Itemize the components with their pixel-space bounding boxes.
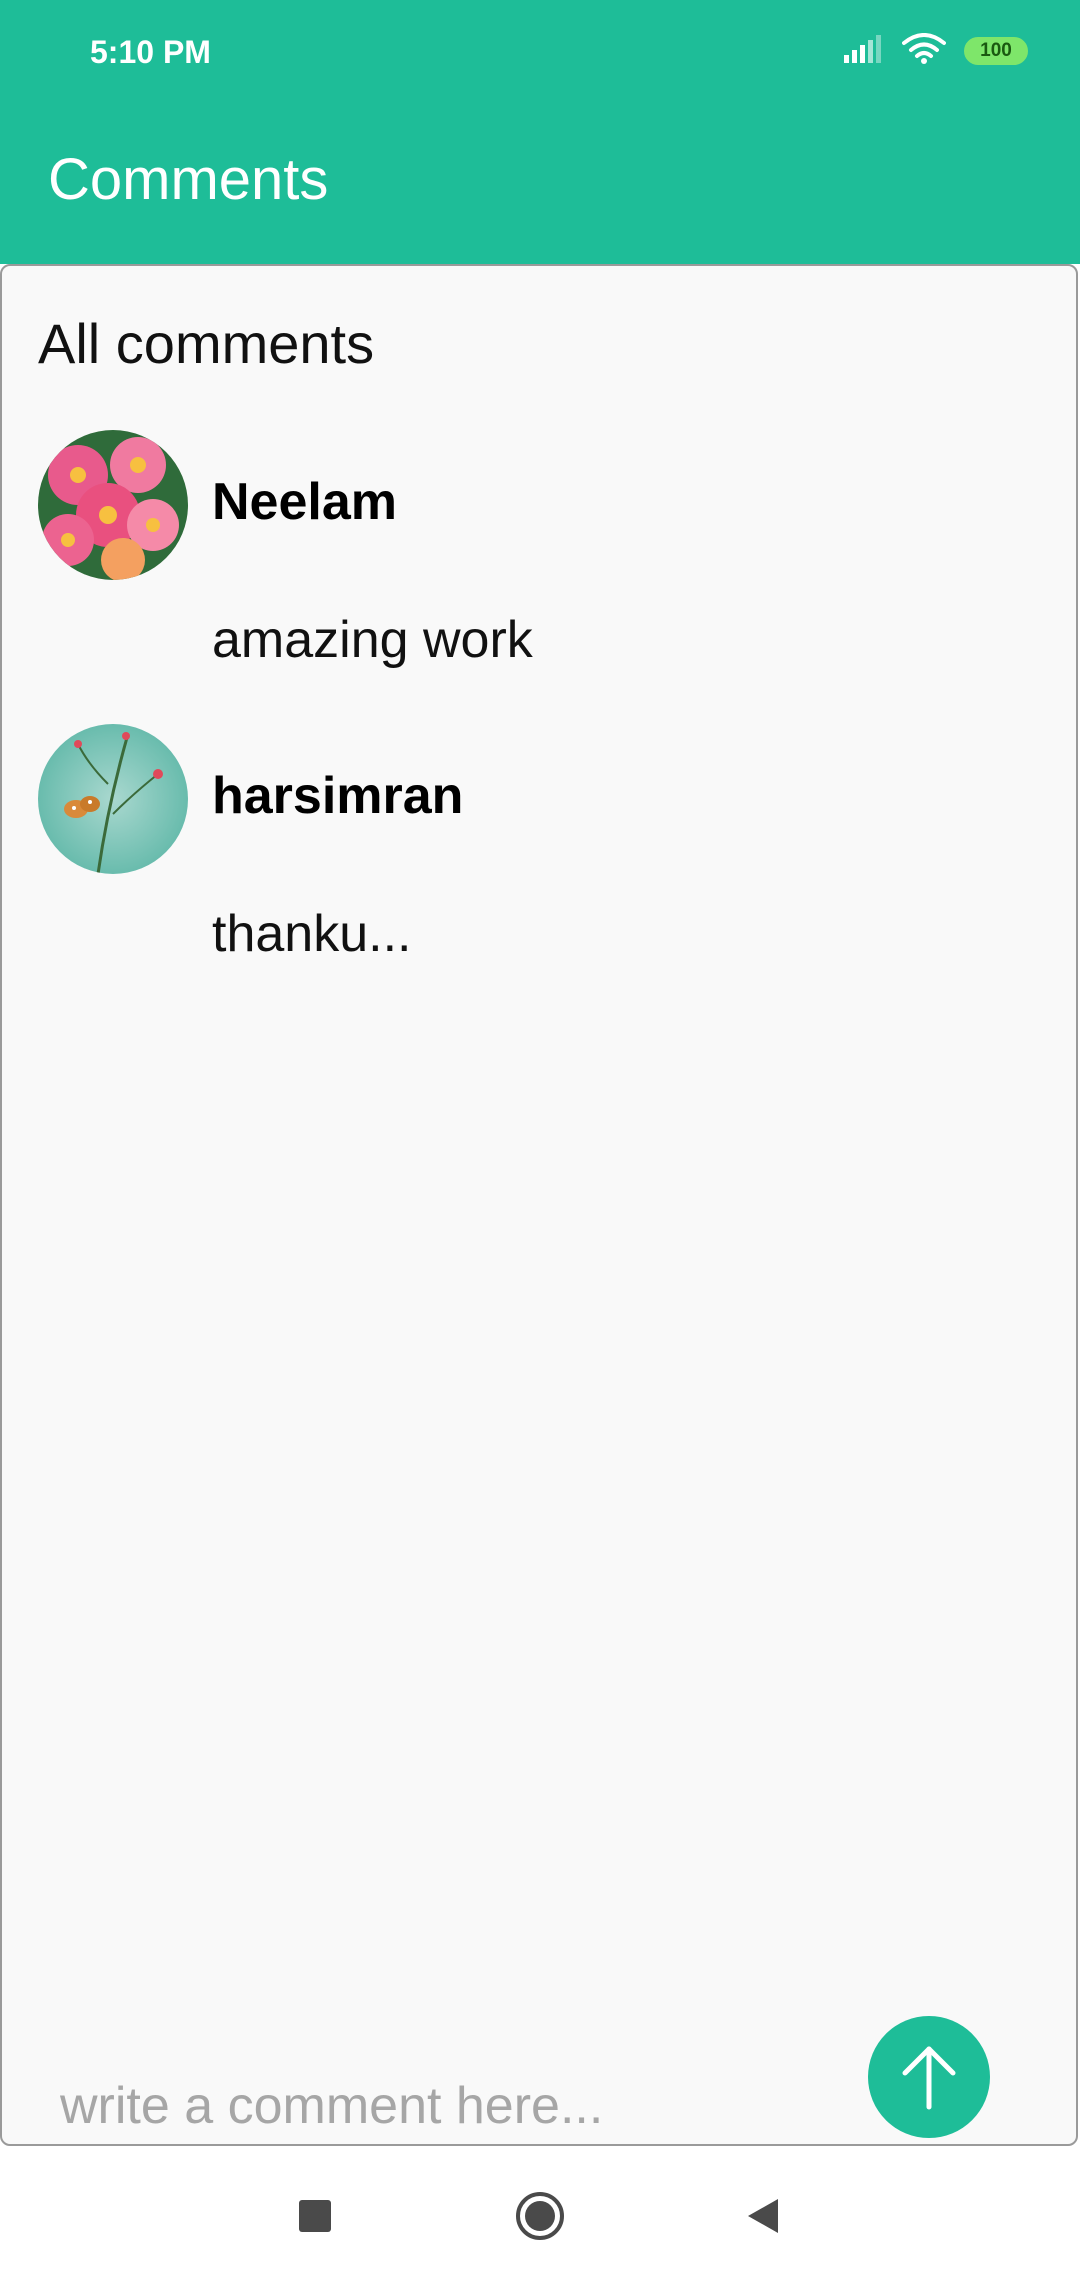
flower-avatar-icon [38,430,188,580]
recents-button[interactable] [275,2176,355,2256]
butterfly-avatar-icon [38,724,188,874]
comment-author: harsimran [212,767,464,825]
battery-icon: 100 [964,37,1028,65]
square-icon [299,2200,331,2232]
navigation-bar [0,2146,1080,2280]
page-title: Comments [48,147,329,212]
status-icons: 100 [844,32,1028,70]
comment-text: amazing work [212,611,533,669]
section-title: All comments [38,312,375,375]
home-button[interactable] [500,2176,580,2256]
avatar[interactable] [38,430,188,580]
signal-icon [844,34,884,68]
circle-home-icon [516,2192,564,2240]
wifi-icon [902,32,946,70]
avatar[interactable] [38,724,188,874]
back-button[interactable] [722,2176,802,2256]
arrow-up-icon [902,2046,956,2110]
status-bar: 5:10 PM 100 [0,0,1080,100]
back-triangle-icon [748,2199,778,2233]
send-button[interactable] [868,2016,990,2138]
status-time: 5:10 PM [90,34,211,70]
app-bar: Comments [0,100,1080,264]
comment-text: thanku... [212,905,412,963]
comment-item: Neelam amazing work [38,430,1038,710]
comment-input[interactable] [60,2066,820,2146]
battery-level: 100 [980,40,1012,61]
comment-item: harsimran thanku... [38,724,1038,1004]
comments-panel: All comments Neelam amazing work harsimr… [0,264,1078,2146]
comment-author: Neelam [212,473,397,531]
